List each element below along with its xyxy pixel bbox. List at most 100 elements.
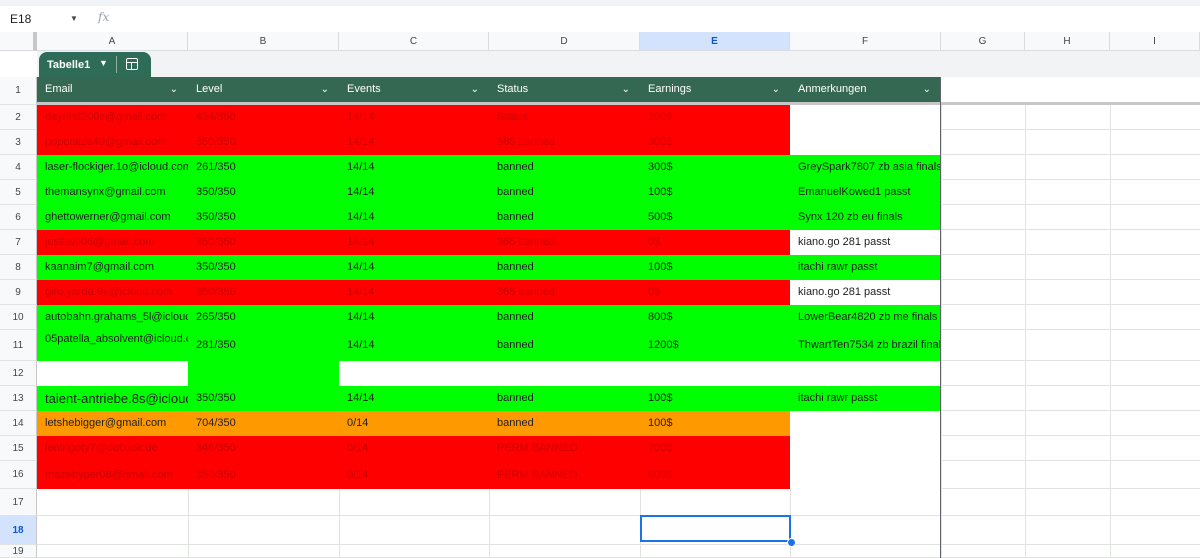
cell-c2[interactable]: 14/14 [339,105,489,130]
cell-d16[interactable]: PERM BANNED [489,461,640,489]
row-header-9[interactable]: 9 [0,280,37,305]
cell-e6[interactable]: 500$ [640,205,790,230]
selected-cell-outline[interactable] [640,515,791,542]
cell-a6[interactable]: ghettowerner@gmail.com [37,205,188,230]
cell-c14[interactable]: 0/14 [339,411,489,436]
cell-f9[interactable]: kiano.go 281 passt [790,280,941,305]
filter-chevron-icon[interactable]: ⌄ [170,77,178,102]
cell-e15[interactable]: 700$ [640,436,790,461]
cell-d10[interactable]: banned [489,305,640,330]
cell-a15[interactable]: lentrigoty7@outlook.de [37,436,188,461]
cell-b15[interactable]: 346/350 [188,436,339,461]
cell-f5[interactable]: EmanuelKowed1 passt [790,180,941,205]
cell-e4[interactable]: 300$ [640,155,790,180]
row-header-13[interactable]: 13 [0,386,37,411]
column-header-a[interactable]: A [37,32,188,51]
cell-b6[interactable]: 350/350 [188,205,339,230]
row-header-15[interactable]: 15 [0,436,37,461]
cell-b14[interactable]: 704/350 [188,411,339,436]
table-header-status[interactable]: Status ⌄ [489,77,640,102]
table-header-level[interactable]: Level ⌄ [188,77,339,102]
cell-b10[interactable]: 265/350 [188,305,339,330]
cell-b9[interactable]: 350/350 [188,280,339,305]
cell-e2[interactable]: 200$ [640,105,790,130]
cell-f8[interactable]: itachi rawr passt [790,255,941,280]
cell-a8[interactable]: kaanaim7@gmail.com [37,255,188,280]
cell-d2[interactable]: Status [489,105,640,130]
fill-handle[interactable] [787,538,796,547]
cell-a2[interactable]: dayrihd200s@gmail.com [37,105,188,130]
cell-f13[interactable]: itachi rawr passt [790,386,941,411]
cell-c6[interactable]: 14/14 [339,205,489,230]
cell-e7[interactable]: 0$ [640,230,790,255]
cell-b3[interactable]: 350/350 [188,130,339,155]
row-header-1[interactable]: 1 [0,77,37,105]
column-header-b[interactable]: B [188,32,339,51]
row-header-3[interactable]: 3 [0,130,37,155]
cell-f15[interactable] [790,436,941,461]
cell-b5[interactable]: 350/350 [188,180,339,205]
cell-f4[interactable]: GreySpark7807 zb asia finals [790,155,941,180]
cell-d7[interactable]: 365 banned [489,230,640,255]
cell-a13[interactable]: taient-antriebe.8s@icloud.com [37,386,188,411]
column-header-f[interactable]: F [790,32,941,51]
table-header-email[interactable]: Email ⌄ [37,77,188,102]
cell-b7[interactable]: 350/350 [188,230,339,255]
cell-a9[interactable]: giro.yarda.9x@icloud.com [37,280,188,305]
cell-c10[interactable]: 14/14 [339,305,489,330]
cell-c15[interactable]: 0/14 [339,436,489,461]
chevron-down-icon[interactable]: ▼ [99,58,108,68]
cell-c13[interactable]: 14/14 [339,386,489,411]
cell-c5[interactable]: 14/14 [339,180,489,205]
cell-b16[interactable]: 350/350 [188,461,339,489]
cell-a4[interactable]: laser-flockiger.1o@icloud.com [37,155,188,180]
column-header-g[interactable]: G [941,32,1025,51]
cell-e11[interactable]: 1200$ [640,330,790,361]
row-header-18[interactable]: 18 [0,516,37,545]
cell-b12[interactable] [188,361,339,386]
row-header-12[interactable]: 12 [0,361,37,386]
column-header-e[interactable]: E [640,32,790,51]
table-header-events[interactable]: Events ⌄ [339,77,489,102]
cell-a5[interactable]: themansynx@gmail.com [37,180,188,205]
cell-f2[interactable] [790,105,941,130]
column-header-c[interactable]: C [339,32,489,51]
row-header-8[interactable]: 8 [0,255,37,280]
row-header-14[interactable]: 14 [0,411,37,436]
cell-d12[interactable] [489,361,640,386]
cell-a7[interactable]: justlawi06@gmail.com [37,230,188,255]
column-header-h[interactable]: H [1025,32,1110,51]
name-box[interactable]: E18 [10,12,31,26]
column-header-i[interactable]: I [1110,32,1200,51]
cell-b13[interactable]: 350/350 [188,386,339,411]
cell-e8[interactable]: 100$ [640,255,790,280]
cell-e12[interactable] [640,361,790,386]
cell-a10[interactable]: autobahn.grahams_5l@icloud.com [37,305,188,330]
cell-d11[interactable]: banned [489,330,640,361]
cell-c8[interactable]: 14/14 [339,255,489,280]
cell-d5[interactable]: banned [489,180,640,205]
cell-d14[interactable]: banned [489,411,640,436]
row-header-2[interactable]: 2 [0,105,37,130]
cell-f16[interactable] [790,461,941,489]
row-header-5[interactable]: 5 [0,180,37,205]
row-header-11[interactable]: 11 [0,330,37,361]
row-header-19[interactable]: 19 [0,545,37,558]
column-header-d[interactable]: D [489,32,640,51]
cell-c9[interactable]: 14/14 [339,280,489,305]
cell-b2[interactable]: 434/350 [188,105,339,130]
cell-d15[interactable]: PERM BANNED [489,436,640,461]
cell-a12[interactable] [37,361,188,386]
filter-chevron-icon[interactable]: ⌄ [321,77,329,102]
table-header-anmerkungen[interactable]: Anmerkungen ⌄ [790,77,941,102]
cell-f10[interactable]: LowerBear4820 zb me finals [790,305,941,330]
row-header-17[interactable]: 17 [0,489,37,516]
filter-chevron-icon[interactable]: ⌄ [471,77,479,102]
cell-c4[interactable]: 14/14 [339,155,489,180]
row-header-4[interactable]: 4 [0,155,37,180]
cell-a14[interactable]: letshebigger@gmail.com [37,411,188,436]
name-box-dropdown-icon[interactable]: ▼ [70,14,78,23]
cell-c16[interactable]: 0/14 [339,461,489,489]
cell-c3[interactable]: 14/14 [339,130,489,155]
cell-b4[interactable]: 261/350 [188,155,339,180]
